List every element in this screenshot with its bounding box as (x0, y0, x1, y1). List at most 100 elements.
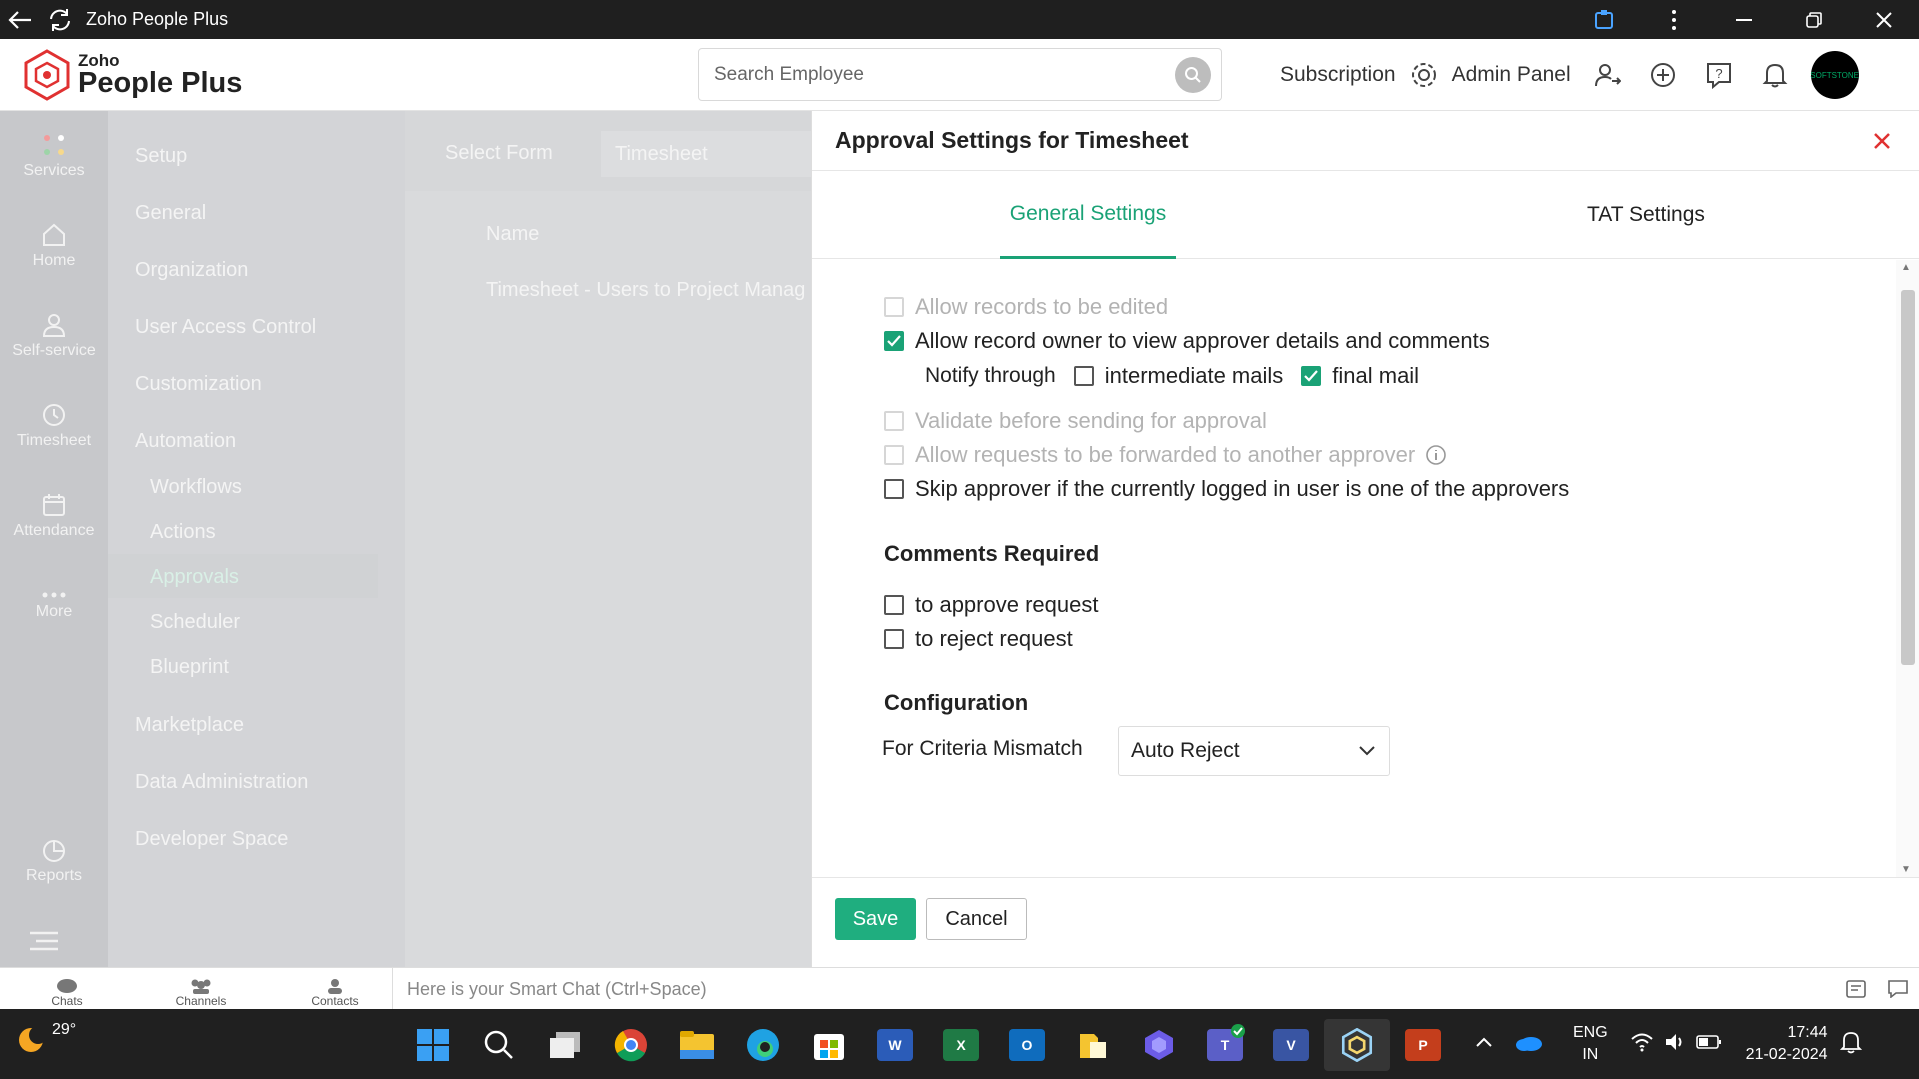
battery-icon[interactable] (1695, 1034, 1722, 1055)
search-icon[interactable] (1175, 56, 1211, 93)
task-view-icon[interactable] (532, 1019, 598, 1071)
nav-customization[interactable]: Customization (135, 373, 262, 396)
checkbox[interactable] (884, 629, 904, 649)
visio-icon[interactable]: V (1258, 1019, 1324, 1071)
rail-self-service[interactable]: Self-service (0, 291, 108, 381)
search-employee[interactable]: Search Employee (698, 48, 1222, 101)
chat-tab-channels[interactable]: Channels (134, 968, 268, 1010)
weather-widget[interactable]: 29° (16, 1021, 76, 1055)
kebab-menu-icon[interactable] (1639, 0, 1709, 39)
nav-organization[interactable]: Organization (135, 259, 248, 282)
nav-developer-space[interactable]: Developer Space (135, 828, 288, 851)
minimize-icon[interactable] (1709, 0, 1779, 39)
user-switch-icon[interactable] (1579, 61, 1635, 89)
store-icon[interactable] (796, 1019, 862, 1071)
rail-reports[interactable]: Reports (0, 816, 108, 906)
rail-home[interactable]: Home (0, 201, 108, 291)
scroll-up-icon[interactable]: ▲ (1901, 262, 1911, 273)
bell-icon[interactable] (1747, 61, 1803, 89)
checkbox[interactable] (1073, 366, 1094, 386)
close-icon[interactable] (1869, 128, 1895, 154)
wifi-icon[interactable] (1630, 1032, 1654, 1057)
tab-general-settings[interactable]: General Settings (1000, 171, 1176, 259)
collapse-menu-icon[interactable] (28, 931, 60, 956)
help-icon[interactable]: ? (1691, 61, 1747, 89)
refresh-icon[interactable] (40, 0, 80, 39)
search-input[interactable]: Search Employee (714, 64, 864, 86)
taskbar-search-icon[interactable] (466, 1019, 532, 1071)
nav-scheduler[interactable]: Scheduler (150, 611, 240, 634)
close-window-icon[interactable] (1849, 0, 1919, 39)
extensions-icon[interactable] (1569, 0, 1639, 39)
onedrive-icon[interactable] (1515, 1033, 1543, 1056)
zoho-people-logo[interactable]: Zoho People Plus (24, 48, 242, 101)
message-icon[interactable] (1877, 980, 1919, 998)
checkbox[interactable] (884, 479, 904, 499)
window-title: Zoho People Plus (86, 9, 229, 29)
option-to-approve[interactable]: to approve request (884, 592, 1098, 618)
nav-workflows[interactable]: Workflows (150, 476, 242, 499)
word-icon[interactable]: W (862, 1019, 928, 1071)
restore-icon[interactable] (1779, 0, 1849, 39)
panel-footer: Save Cancel (812, 877, 1919, 967)
checkbox-checked[interactable] (1301, 366, 1322, 386)
info-icon[interactable] (1425, 444, 1447, 466)
cancel-button[interactable]: Cancel (926, 898, 1027, 940)
nav-automation[interactable]: Automation (135, 430, 236, 453)
nav-actions[interactable]: Actions (150, 521, 216, 544)
avatar[interactable]: SOFTSTONE (1810, 51, 1859, 99)
file-explorer-icon[interactable] (664, 1019, 730, 1071)
start-button[interactable] (400, 1019, 466, 1071)
checkbox[interactable] (884, 595, 904, 615)
admin-panel-link[interactable]: Admin Panel (1452, 63, 1571, 87)
teams-icon[interactable]: T (1192, 1019, 1258, 1071)
chrome-icon[interactable] (598, 1019, 664, 1071)
chat-window-icon[interactable] (1835, 980, 1877, 998)
scroll-down-icon[interactable]: ▼ (1901, 864, 1911, 875)
tab-tat-settings[interactable]: TAT Settings (1587, 171, 1705, 259)
rail-attendance[interactable]: Attendance (0, 471, 108, 561)
chat-tab-label: Channels (175, 993, 227, 1008)
nav-approvals[interactable]: Approvals (150, 566, 239, 589)
rail-timesheet[interactable]: Timesheet (0, 381, 108, 471)
rail-label: Services (23, 162, 85, 179)
chat-tab-contacts[interactable]: Contacts (268, 968, 402, 1010)
nav-setup[interactable]: Setup (135, 145, 187, 168)
nav-user-access-control[interactable]: User Access Control (135, 316, 316, 339)
background-content: Select Form Timesheet Name Timesheet - U… (405, 111, 821, 967)
add-circle-icon[interactable] (1635, 61, 1691, 89)
back-arrow-icon[interactable] (0, 0, 40, 39)
edge-icon[interactable] (730, 1019, 796, 1071)
language-indicator[interactable]: ENG IN (1573, 1022, 1608, 1066)
rail-services[interactable]: Services (0, 111, 108, 201)
chevron-up-icon[interactable] (1475, 1035, 1493, 1053)
clock[interactable]: 17:44 21-02-2024 (1746, 1022, 1828, 1066)
nav-data-administration[interactable]: Data Administration (135, 771, 308, 794)
table-row[interactable]: Timesheet - Users to Project Manag (486, 279, 805, 302)
files-icon[interactable] (1060, 1019, 1126, 1071)
panel-scrollbar[interactable]: ▲ ▼ (1896, 260, 1919, 877)
option-skip-approver[interactable]: Skip approver if the currently logged in… (884, 476, 1569, 502)
save-button[interactable]: Save (835, 898, 916, 940)
subscription-link[interactable]: Subscription (1280, 63, 1396, 87)
nav-general[interactable]: General (135, 202, 206, 225)
excel-icon[interactable]: X (928, 1019, 994, 1071)
select-form-label: Select Form (445, 142, 553, 164)
smart-chat-input[interactable]: Here is your Smart Chat (Ctrl+Space) (392, 968, 1832, 1010)
option-to-reject[interactable]: to reject request (884, 626, 1073, 652)
chat-tab-chats[interactable]: Chats (0, 968, 134, 1010)
checkbox-checked[interactable] (884, 331, 904, 351)
rail-more[interactable]: More (0, 561, 108, 651)
outlook-icon[interactable]: O (994, 1019, 1060, 1071)
scroll-thumb[interactable] (1901, 290, 1915, 665)
nav-blueprint[interactable]: Blueprint (150, 656, 229, 679)
notification-bell-icon[interactable] (1839, 1030, 1862, 1059)
nav-marketplace[interactable]: Marketplace (135, 714, 244, 737)
zoho-people-taskbar-icon[interactable] (1324, 1019, 1390, 1071)
option-allow-owner-view[interactable]: Allow record owner to view approver deta… (884, 328, 1490, 354)
gear-icon[interactable] (1396, 61, 1452, 89)
copilot-icon[interactable] (1126, 1019, 1192, 1071)
criteria-mismatch-select[interactable]: Auto Reject (1118, 726, 1390, 776)
powerpoint-icon[interactable]: P (1390, 1019, 1456, 1071)
volume-icon[interactable] (1664, 1032, 1686, 1057)
